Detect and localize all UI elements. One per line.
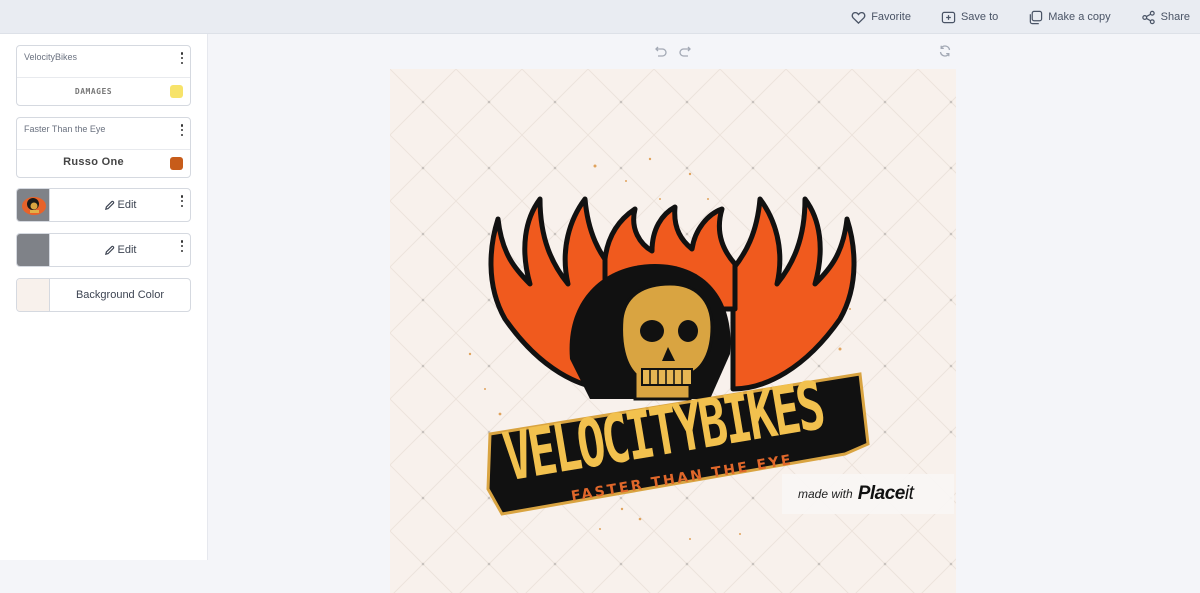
text-layer-value[interactable]: Faster Than the Eye [24, 124, 105, 134]
watermark-prefix: made with [798, 487, 853, 501]
edit-label: Edit [117, 244, 137, 256]
skull-logo-thumbnail [17, 189, 50, 221]
text-layer-velocitybikes[interactable]: VelocityBikes DAMAGES [16, 45, 191, 106]
top-actions: Favorite Save to Make a copy Share [821, 0, 1200, 34]
placeit-logo: Placeit [858, 483, 914, 505]
refresh-button[interactable] [938, 44, 952, 58]
make-copy-label: Make a copy [1048, 11, 1111, 23]
copy-icon [1030, 10, 1043, 24]
text-color-swatch[interactable] [170, 85, 183, 98]
image-layer-logo[interactable]: Edit [16, 188, 191, 222]
top-bar: Favorite Save to Make a copy Share [0, 0, 1200, 34]
undo-icon [655, 46, 667, 57]
edit-image-button[interactable]: Edit [50, 189, 190, 221]
undo-button[interactable] [654, 44, 668, 58]
more-options-icon[interactable] [179, 124, 185, 136]
divider [17, 149, 190, 150]
redo-button[interactable] [678, 44, 692, 58]
favorite-button[interactable]: Favorite [851, 10, 911, 25]
share-label: Share [1160, 11, 1190, 23]
text-color-swatch[interactable] [170, 157, 183, 170]
more-options-icon[interactable] [179, 240, 185, 252]
grey-texture-thumbnail [17, 234, 50, 266]
text-layer-value[interactable]: VelocityBikes [24, 52, 77, 62]
make-copy-button[interactable]: Make a copy [1028, 10, 1111, 25]
background-color-label[interactable]: Background Color [50, 279, 190, 311]
more-options-icon[interactable] [179, 52, 185, 64]
save-to-button[interactable]: Save to [941, 10, 998, 25]
share-icon [1141, 10, 1155, 24]
more-options-icon[interactable] [179, 195, 185, 207]
background-color-layer[interactable]: Background Color [16, 278, 191, 312]
pencil-icon [104, 245, 114, 255]
share-button[interactable]: Share [1141, 10, 1190, 25]
brand-bold: Place [857, 483, 906, 504]
edit-label: Edit [117, 199, 137, 211]
edit-image-button[interactable]: Edit [50, 234, 190, 266]
divider [17, 77, 190, 78]
image-layer-texture[interactable]: Edit [16, 233, 191, 267]
pencil-icon [104, 200, 114, 210]
save-to-label: Save to [960, 11, 999, 23]
placeit-watermark: made with Placeit [782, 474, 954, 514]
background-color-swatch[interactable] [17, 279, 50, 311]
refresh-icon [939, 45, 951, 57]
redo-icon [679, 46, 691, 57]
text-layer-tagline[interactable]: Faster Than the Eye Russo One [16, 117, 191, 178]
design-canvas[interactable]: VELOCITYBIKES FASTER THAN THE EYE made w… [390, 69, 956, 593]
folder-plus-icon [941, 11, 956, 23]
font-selector[interactable]: Russo One [17, 156, 170, 168]
font-selector[interactable]: DAMAGES [17, 87, 170, 96]
favorite-label: Favorite [871, 11, 911, 23]
velocitybikes-logo[interactable] [390, 69, 956, 593]
brand-light: it [904, 483, 914, 504]
heart-icon [851, 11, 866, 24]
layers-sidebar: VelocityBikes DAMAGES Faster Than the Ey… [0, 34, 208, 560]
